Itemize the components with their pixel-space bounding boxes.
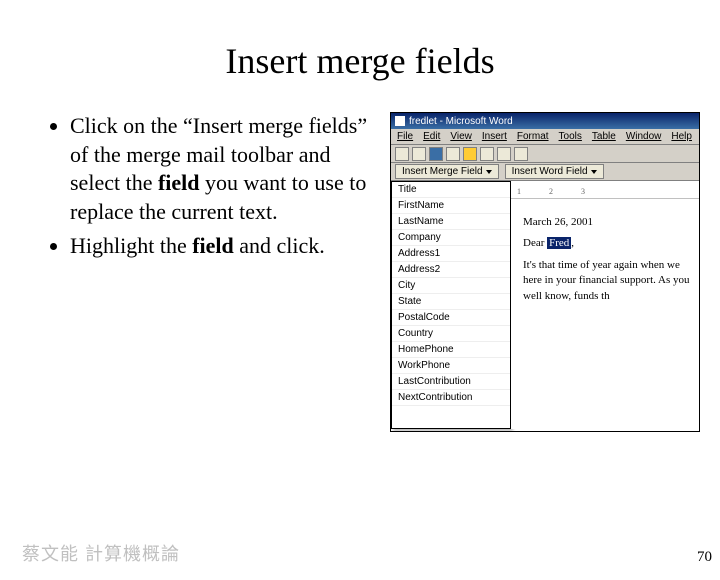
word-ruler: 1 2 3 — [511, 185, 699, 199]
doc-greeting-highlight: Fred — [547, 237, 571, 249]
toolbar-button[interactable] — [446, 147, 460, 161]
toolbar-button[interactable] — [480, 147, 494, 161]
word-app-icon — [395, 116, 405, 126]
bullet-2-post: and click. — [234, 233, 325, 258]
field-item[interactable]: WorkPhone — [392, 358, 510, 374]
field-item[interactable]: Country — [392, 326, 510, 342]
insert-word-field-label: Insert Word Field — [512, 166, 588, 177]
ruler-tick: 3 — [581, 187, 585, 196]
menu-view[interactable]: View — [450, 131, 472, 142]
doc-greeting: Dear Fred, — [523, 236, 691, 251]
bullet-1-bold: field — [158, 170, 200, 195]
toolbar-button[interactable] — [412, 147, 426, 161]
toolbar-button[interactable] — [429, 147, 443, 161]
menu-window[interactable]: Window — [626, 131, 662, 142]
bullet-1: Click on the “Insert merge fields” of th… — [70, 112, 380, 226]
bullet-2-pre: Highlight the — [70, 233, 192, 258]
menu-table[interactable]: Table — [592, 131, 616, 142]
menu-edit[interactable]: Edit — [423, 131, 440, 142]
insert-merge-field-button[interactable]: Insert Merge Field — [395, 164, 499, 179]
word-document-area: 1 2 3 March 26, 2001 Dear Fred, It's tha… — [511, 181, 699, 429]
field-item[interactable]: Company — [392, 230, 510, 246]
footer-page-number: 70 — [697, 549, 712, 566]
menu-tools[interactable]: Tools — [559, 131, 582, 142]
merge-field-dropdown: Title FirstName LastName Company Address… — [391, 181, 511, 429]
insert-merge-field-label: Insert Merge Field — [402, 166, 483, 177]
toolbar-button[interactable] — [497, 147, 511, 161]
footer-author: 蔡文能 計算機概論 — [22, 540, 180, 566]
toolbar-button[interactable] — [463, 147, 477, 161]
word-document-text[interactable]: March 26, 2001 Dear Fred, It's that time… — [511, 199, 699, 304]
toolbar-button[interactable] — [395, 147, 409, 161]
field-item[interactable]: Title — [392, 182, 510, 198]
field-item[interactable]: PostalCode — [392, 310, 510, 326]
word-mailmerge-toolbar: Insert Merge Field Insert Word Field — [391, 163, 699, 181]
bullet-list: Click on the “Insert merge fields” of th… — [40, 112, 380, 432]
doc-greeting-pre: Dear — [523, 237, 547, 249]
menu-format[interactable]: Format — [517, 131, 549, 142]
ruler-tick: 2 — [549, 187, 553, 196]
field-item[interactable]: FirstName — [392, 198, 510, 214]
field-item[interactable]: City — [392, 278, 510, 294]
dropdown-arrow-icon — [591, 170, 597, 174]
menu-file[interactable]: File — [397, 131, 413, 142]
word-title-text: fredlet - Microsoft Word — [409, 116, 513, 127]
word-screenshot: fredlet - Microsoft Word File Edit View … — [390, 112, 700, 432]
insert-word-field-button[interactable]: Insert Word Field — [505, 164, 604, 179]
doc-paragraph: It's that time of year again when we her… — [523, 258, 691, 304]
field-item[interactable]: NextContribution — [392, 390, 510, 406]
ruler-tick: 1 — [517, 187, 521, 196]
field-item[interactable]: HomePhone — [392, 342, 510, 358]
field-item[interactable]: Address1 — [392, 246, 510, 262]
dropdown-arrow-icon — [486, 170, 492, 174]
toolbar-button[interactable] — [514, 147, 528, 161]
word-standard-toolbar — [391, 145, 699, 163]
bullet-2: Highlight the field and click. — [70, 232, 380, 261]
doc-date: March 26, 2001 — [523, 215, 691, 230]
field-item[interactable]: Address2 — [392, 262, 510, 278]
bullet-2-bold: field — [192, 233, 234, 258]
field-item[interactable]: State — [392, 294, 510, 310]
word-titlebar: fredlet - Microsoft Word — [391, 113, 699, 129]
field-item[interactable]: LastName — [392, 214, 510, 230]
word-menubar: File Edit View Insert Format Tools Table… — [391, 129, 699, 145]
menu-insert[interactable]: Insert — [482, 131, 507, 142]
menu-help[interactable]: Help — [671, 131, 692, 142]
doc-greeting-post: , — [571, 237, 574, 249]
field-item[interactable]: LastContribution — [392, 374, 510, 390]
slide-title: Insert merge fields — [0, 40, 720, 82]
